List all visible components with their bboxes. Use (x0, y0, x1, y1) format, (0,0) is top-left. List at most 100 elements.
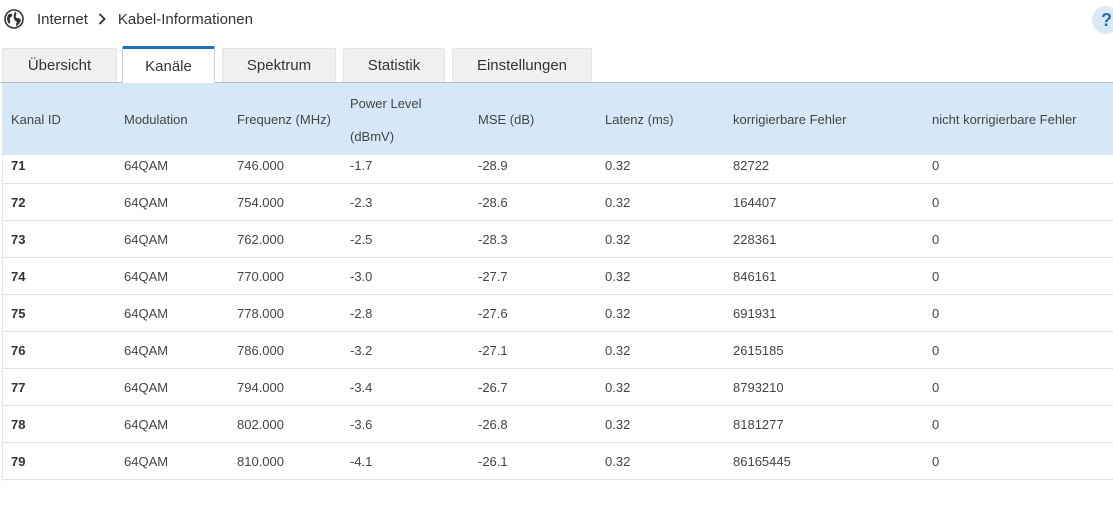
header-korrigierbare-fehler: korrigierbare Fehler (733, 112, 847, 127)
table-header: Kanal ID Modulation Frequenz (MHz) Power… (3, 83, 1113, 155)
cell-modulation: 64QAM (124, 232, 169, 247)
cell-nicht-korrigierbare-fehler: 0 (932, 380, 940, 395)
cell-modulation: 64QAM (124, 380, 169, 395)
cell-kanal-id: 75 (11, 306, 26, 321)
cell-kanal-id: 77 (11, 380, 26, 395)
cell-korrigierbare-fehler: 8181277 (733, 417, 784, 432)
cell-mse: -28.6 (478, 195, 508, 210)
cell-kanal-id: 71 (11, 158, 26, 173)
table-row: 77 64QAM 794.000 -3.4 -26.7 0.32 8793210 0 (3, 369, 1113, 406)
cell-modulation: 64QAM (124, 454, 169, 469)
table-row: 71 64QAM 746.000 -1.7 -28.9 0.32 82722 0 (3, 155, 1113, 184)
cell-frequenz: 778.000 (237, 306, 284, 321)
cell-mse: -28.9 (478, 158, 508, 173)
table-row: 72 64QAM 754.000 -2.3 -28.6 0.32 164407 0 (3, 184, 1113, 221)
cell-korrigierbare-fehler: 8793210 (733, 380, 784, 395)
cell-power-level: -3.6 (350, 417, 373, 432)
cell-korrigierbare-fehler: 846161 (733, 269, 777, 284)
cell-nicht-korrigierbare-fehler: 0 (932, 417, 940, 432)
table-row: 75 64QAM 778.000 -2.8 -27.6 0.32 691931 0 (3, 295, 1113, 332)
cell-power-level: -1.7 (350, 158, 373, 173)
table-row: 76 64QAM 786.000 -3.2 -27.1 0.32 2615185 0 (3, 332, 1113, 369)
cell-latenz: 0.32 (605, 158, 631, 173)
cell-latenz: 0.32 (605, 195, 631, 210)
cell-modulation: 64QAM (124, 417, 169, 432)
cell-latenz: 0.32 (605, 232, 631, 247)
tab-uebersicht[interactable]: Übersicht (2, 48, 117, 82)
breadcrumb-item-internet[interactable]: Internet (37, 11, 88, 28)
cell-mse: -27.6 (478, 306, 508, 321)
header-kanal-id: Kanal ID (11, 112, 61, 127)
cell-nicht-korrigierbare-fehler: 0 (932, 195, 940, 210)
cell-power-level: -2.5 (350, 232, 373, 247)
header-power-level-line1: Power Level (350, 96, 422, 111)
cell-latenz: 0.32 (605, 269, 631, 284)
header-mse: MSE (dB) (478, 112, 535, 127)
cell-nicht-korrigierbare-fehler: 0 (932, 269, 940, 284)
cell-nicht-korrigierbare-fehler: 0 (932, 158, 940, 173)
cell-korrigierbare-fehler: 691931 (733, 306, 777, 321)
tab-statistik[interactable]: Statistik (343, 48, 445, 82)
cell-korrigierbare-fehler: 2615185 (733, 343, 784, 358)
header-power-level: Power Level (dBmV) (350, 95, 422, 145)
cell-mse: -27.1 (478, 343, 508, 358)
help-button[interactable]: ? (1092, 6, 1113, 34)
cell-frequenz: 754.000 (237, 195, 284, 210)
cell-korrigierbare-fehler: 82722 (733, 158, 770, 173)
cell-frequenz: 794.000 (237, 380, 284, 395)
channel-table: Kanal ID Modulation Frequenz (MHz) Power… (2, 83, 1113, 481)
cell-kanal-id: 78 (11, 417, 26, 432)
cell-frequenz: 770.000 (237, 269, 284, 284)
cell-latenz: 0.32 (605, 380, 631, 395)
cell-modulation: 64QAM (124, 306, 169, 321)
cell-latenz: 0.32 (605, 454, 631, 469)
table-row: 74 64QAM 770.000 -3.0 -27.7 0.32 846161 0 (3, 258, 1113, 295)
cell-frequenz: 786.000 (237, 343, 284, 358)
cell-latenz: 0.32 (605, 306, 631, 321)
cell-power-level: -3.2 (350, 343, 373, 358)
cell-modulation: 64QAM (124, 158, 169, 173)
cell-mse: -28.3 (478, 232, 508, 247)
cell-frequenz: 810.000 (237, 454, 284, 469)
breadcrumb: Internet Kabel-Informationen (3, 8, 253, 30)
breadcrumb-item-kabel-informationen: Kabel-Informationen (117, 10, 253, 28)
cell-kanal-id: 73 (11, 232, 26, 247)
header-latenz: Latenz (ms) (605, 112, 674, 127)
tab-kanaele[interactable]: Kanäle (122, 46, 215, 83)
cell-modulation: 64QAM (124, 269, 169, 284)
header-power-level-line2: (dBmV) (350, 129, 395, 144)
cell-latenz: 0.32 (605, 417, 631, 432)
cell-power-level: -3.4 (350, 380, 373, 395)
tab-bar: Übersicht Kanäle Spektrum Statistik Eins… (0, 46, 1113, 83)
tab-spektrum[interactable]: Spektrum (222, 48, 336, 82)
cell-mse: -27.7 (478, 269, 508, 284)
cell-frequenz: 802.000 (237, 417, 284, 432)
cell-mse: -26.1 (478, 454, 508, 469)
cell-kanal-id: 74 (11, 269, 26, 284)
cell-mse: -26.7 (478, 380, 508, 395)
cell-korrigierbare-fehler: 86165445 (733, 454, 791, 469)
cell-modulation: 64QAM (124, 343, 169, 358)
cell-nicht-korrigierbare-fehler: 0 (932, 306, 940, 321)
tab-einstellungen[interactable]: Einstellungen (452, 48, 592, 82)
header-modulation: Modulation (124, 112, 188, 127)
page: Internet Kabel-Informationen ? Übersicht… (0, 0, 1113, 512)
header-frequenz: Frequenz (MHz) (237, 112, 331, 127)
cell-power-level: -3.0 (350, 269, 373, 284)
cell-nicht-korrigierbare-fehler: 0 (932, 454, 940, 469)
globe-icon (3, 8, 25, 30)
cell-modulation: 64QAM (124, 195, 169, 210)
cell-nicht-korrigierbare-fehler: 0 (932, 343, 940, 358)
cell-frequenz: 762.000 (237, 232, 284, 247)
cell-frequenz: 746.000 (237, 158, 284, 173)
cell-kanal-id: 79 (11, 454, 26, 469)
header-nicht-korrigierbare-fehler: nicht korrigierbare Fehler (932, 112, 1077, 127)
cell-latenz: 0.32 (605, 343, 631, 358)
chevron-right-icon (98, 13, 106, 25)
table-row: 73 64QAM 762.000 -2.5 -28.3 0.32 228361 0 (3, 221, 1113, 258)
cell-nicht-korrigierbare-fehler: 0 (932, 232, 940, 247)
cell-power-level: -2.8 (350, 306, 373, 321)
cell-kanal-id: 72 (11, 195, 26, 210)
cell-power-level: -2.3 (350, 195, 373, 210)
table-row: 79 64QAM 810.000 -4.1 -26.1 0.32 86165445 0 (3, 443, 1113, 480)
